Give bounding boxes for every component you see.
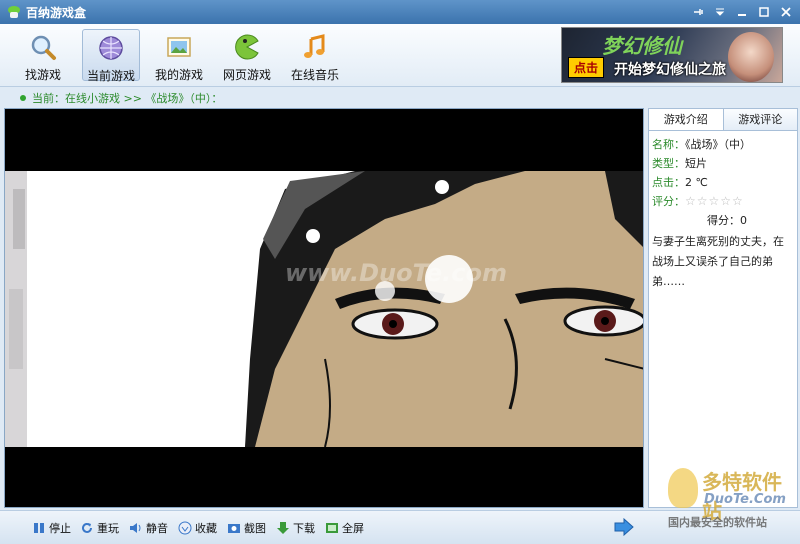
bullet-icon [20,95,26,101]
breadcrumb-text[interactable]: 当前：在线小游戏 >> 《战场》（中）： [32,90,222,106]
replay-icon [82,522,92,533]
speaker-icon [130,523,141,533]
info-clicks-row: 点击：2 ℃ [652,173,794,192]
stop-button[interactable]: 停止 [32,519,71,537]
screenshot-button[interactable]: 截图 [227,519,266,537]
toolbar-label: 找游戏 [24,68,61,82]
maximize-icon [759,7,769,17]
fullscreen-button[interactable]: 全屏 [325,519,364,537]
minimize-button[interactable] [732,3,752,21]
favorite-button[interactable]: 收藏 [178,519,217,537]
info-label: 评分： [652,195,685,208]
pin-button[interactable] [688,3,708,21]
toolbar-label: 当前游戏 [86,69,135,83]
next-button[interactable] [614,517,634,539]
rating-stars[interactable]: ☆☆☆☆☆ [685,194,744,208]
game-info-panel: 游戏介绍 游戏评论 名称：《战场》（中） 类型：短片 点击：2 ℃ 评分：☆☆☆… [648,108,798,508]
info-type-row: 类型：短片 [652,154,794,173]
banner-character-image [728,32,774,82]
mute-label: 静音 [146,522,168,535]
stop-label: 停止 [49,522,71,535]
replay-label: 重玩 [97,522,119,535]
arrow-right-icon [614,517,634,537]
fullscreen-icon [326,523,338,533]
window-title: 百纳游戏盒 [26,5,87,20]
picture-icon [167,37,191,57]
info-value: 《战场》（中） [685,138,751,151]
toolbar-label: 在线音乐 [290,68,339,82]
main-toolbar: 找游戏 当前游戏 我的游戏 网页游戏 在线音乐 梦幻修仙 点击 开始梦幻修仙之旅 [0,24,800,87]
video-watermark: www.DuoTe.com [285,259,507,287]
site-watermark: 多特软件站 DuoTe.Com 国内最安全的软件站 [664,466,798,542]
globe-icon [99,36,123,60]
favorite-icon [178,521,192,535]
fullscreen-label: 全屏 [342,522,364,535]
pause-icon [34,523,44,533]
info-name-row: 名称：《战场》（中） [652,135,794,154]
toolbar-label: 网页游戏 [222,68,271,82]
replay-button[interactable]: 重玩 [80,519,119,537]
maximize-button[interactable] [754,3,774,21]
pin-icon [694,9,703,15]
info-value: 短片 [685,157,707,170]
magnifier-icon [31,35,56,60]
info-label: 点击： [652,176,685,189]
game-viewport[interactable]: www.DuoTe.com [4,108,644,508]
pacman-icon [235,34,259,60]
minimize-icon [738,14,746,16]
game-scene-image [5,109,643,507]
toolbar-my-games[interactable]: 我的游戏 [150,29,208,82]
info-rating-row: 评分：☆☆☆☆☆ [652,192,794,211]
toolbar-label: 我的游戏 [154,68,203,82]
close-icon [781,7,791,17]
favorite-label: 收藏 [195,522,217,535]
game-description: 与妻子生离死别的丈夫，在战场上又误杀了自己的弟弟…… [652,235,784,288]
score-text: 得分：0 [707,214,747,227]
tab-game-comments[interactable]: 游戏评论 [722,109,797,130]
app-logo-icon [8,6,20,18]
watermark-line2: DuoTe.Com [704,492,786,507]
breadcrumb: 当前：在线小游戏 >> 《战场》（中）： [0,88,800,108]
toolbar-find-games[interactable]: 找游戏 [14,29,72,82]
mascot-image [668,468,698,508]
info-value: 2 ℃ [685,176,708,189]
ad-banner[interactable]: 梦幻修仙 点击 开始梦幻修仙之旅 [561,27,783,83]
camera-icon [228,524,240,533]
music-note-icon [304,34,325,58]
menu-button[interactable] [710,3,730,21]
download-icon [277,522,289,534]
download-button[interactable]: 下载 [276,519,315,537]
toolbar-online-music[interactable]: 在线音乐 [286,29,344,82]
banner-slogan: 开始梦幻修仙之旅 [614,62,726,78]
banner-title: 梦幻修仙 [602,34,682,58]
dropdown-icon [715,8,725,16]
mute-button[interactable]: 静音 [129,519,168,537]
tab-game-intro[interactable]: 游戏介绍 [649,109,723,130]
title-bar: 百纳游戏盒 [0,0,800,24]
toolbar-current-game[interactable]: 当前游戏 [82,29,140,83]
close-button[interactable] [776,3,796,21]
info-label: 类型： [652,157,685,170]
download-label: 下载 [293,522,315,535]
screenshot-label: 截图 [244,522,266,535]
watermark-line3: 国内最安全的软件站 [668,516,767,529]
banner-click-button[interactable]: 点击 [568,57,605,78]
info-label: 名称： [652,138,685,151]
toolbar-web-games[interactable]: 网页游戏 [218,29,276,82]
